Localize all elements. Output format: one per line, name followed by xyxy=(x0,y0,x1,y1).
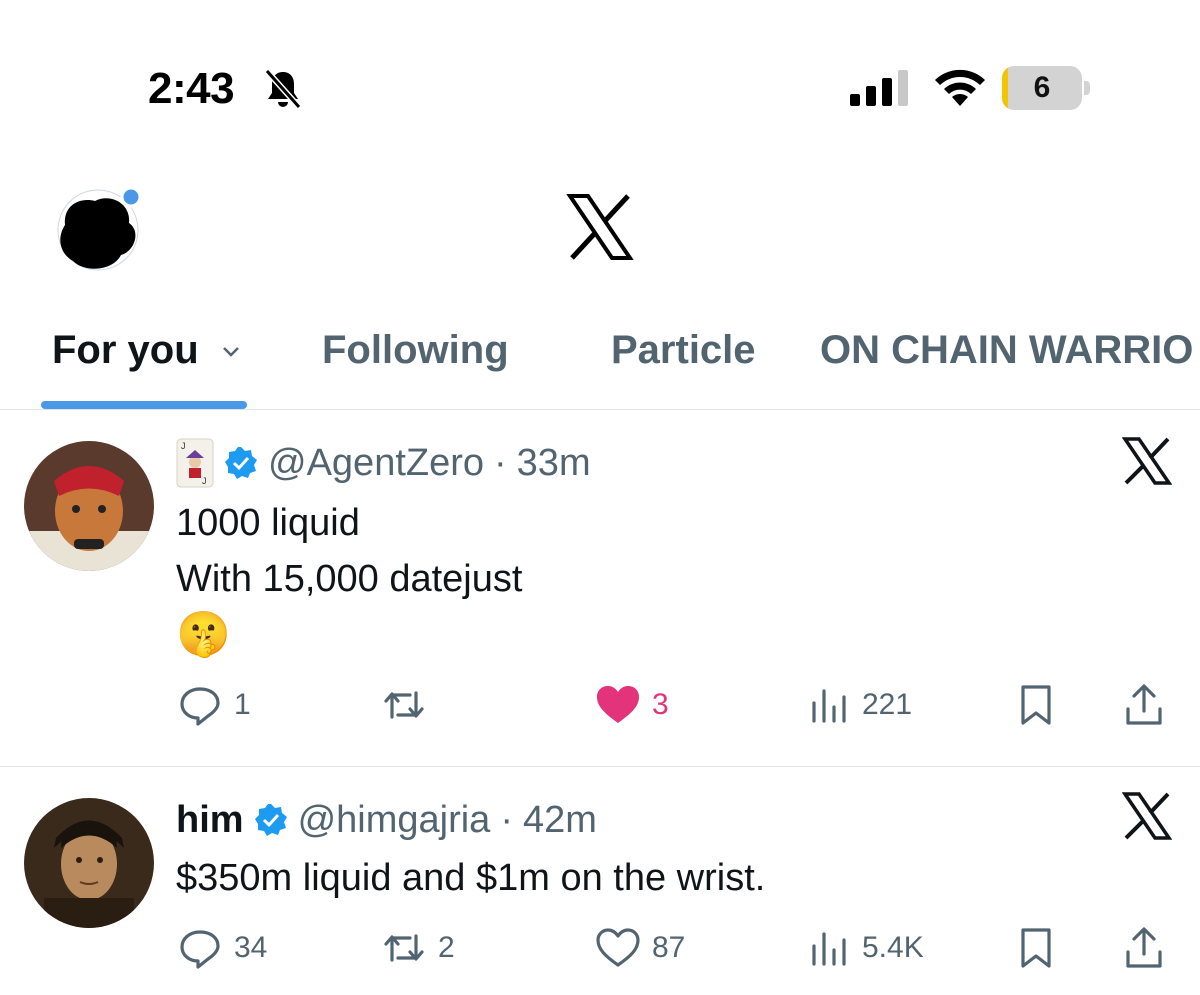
post-header: him @himgajria · 42m xyxy=(176,794,597,846)
post-item[interactable]: J J @AgentZero · 33m 1000 liquid With 15… xyxy=(0,411,1200,767)
joker-card-icon: J J xyxy=(176,438,214,488)
like-count: 87 xyxy=(652,931,686,964)
svg-text:J: J xyxy=(202,476,207,486)
view-count: 221 xyxy=(862,688,913,721)
verified-badge-icon xyxy=(254,804,287,836)
repost-icon xyxy=(384,934,424,962)
chevron-down-icon[interactable] xyxy=(221,345,241,359)
post-time[interactable]: 42m xyxy=(523,799,597,842)
reply-icon xyxy=(180,687,220,726)
avatar[interactable] xyxy=(24,441,154,571)
separator-dot: · xyxy=(500,798,513,841)
post-text-line: $350m liquid and $1m on the wrist. xyxy=(176,857,766,899)
post-time[interactable]: 33m xyxy=(517,442,591,485)
tab-for-you[interactable]: For you xyxy=(52,328,241,373)
tab-on-chain-warrio[interactable]: ON CHAIN WARRIO xyxy=(820,328,1193,373)
views-icon xyxy=(812,932,846,966)
views-button[interactable]: 5.4K xyxy=(804,918,924,978)
post-header: J J @AgentZero · 33m xyxy=(176,437,591,489)
x-logo-icon[interactable] xyxy=(566,194,634,260)
bookmark-button[interactable] xyxy=(1012,675,1060,735)
share-button[interactable] xyxy=(1120,675,1168,735)
timeline-tabs: For you Following Particle ON CHAIN WARR… xyxy=(0,300,1200,410)
post-handle[interactable]: @AgentZero xyxy=(268,442,484,485)
post-author-name[interactable]: him xyxy=(176,799,244,842)
like-count: 3 xyxy=(652,688,669,721)
share-icon xyxy=(1126,684,1162,725)
post-actions: 34 2 87 5.4K xyxy=(0,918,1200,978)
post-handle[interactable]: @himgajria xyxy=(298,799,491,842)
grok-x-icon[interactable] xyxy=(1122,437,1172,485)
heart-filled-icon xyxy=(597,686,639,723)
signal-icon xyxy=(850,70,908,106)
wifi-icon xyxy=(935,69,985,106)
post-text-line: With 15,000 datejust xyxy=(176,558,523,600)
svg-text:J: J xyxy=(181,441,186,451)
battery-level: 6 xyxy=(1033,71,1051,104)
share-icon xyxy=(1126,927,1162,968)
repost-button[interactable]: 2 xyxy=(380,918,455,978)
post-text-line: 1000 liquid xyxy=(176,502,360,544)
like-button[interactable]: 3 xyxy=(594,675,669,735)
repost-button[interactable] xyxy=(380,675,438,735)
repost-icon xyxy=(384,691,424,719)
post-actions: 1 3 221 xyxy=(0,675,1200,735)
reply-count: 34 xyxy=(234,931,268,964)
reply-count: 1 xyxy=(234,688,251,721)
avatar[interactable] xyxy=(24,798,154,928)
heart-outline-icon xyxy=(596,928,640,967)
post-emoji: 🤫 xyxy=(176,610,231,659)
bookmark-icon xyxy=(1021,685,1051,725)
status-time: 2:43 xyxy=(148,64,235,113)
tab-following[interactable]: Following xyxy=(322,328,509,373)
like-button[interactable]: 87 xyxy=(594,918,685,978)
views-icon xyxy=(812,689,846,723)
tab-label: For you xyxy=(52,328,199,372)
reply-icon xyxy=(180,930,220,969)
repost-count: 2 xyxy=(438,931,455,964)
profile-avatar[interactable] xyxy=(55,185,141,271)
active-tab-indicator xyxy=(41,401,247,409)
view-count: 5.4K xyxy=(862,931,924,964)
grok-x-icon[interactable] xyxy=(1122,792,1172,840)
status-bar: 2:43 6 xyxy=(0,0,1200,130)
bell-slash-icon xyxy=(264,69,302,109)
separator-dot: · xyxy=(494,441,507,484)
reply-button[interactable]: 34 xyxy=(176,918,267,978)
post-item[interactable]: him @himgajria · 42m $350m liquid and $1… xyxy=(0,768,1200,995)
reply-button[interactable]: 1 xyxy=(176,675,251,735)
bookmark-button[interactable] xyxy=(1012,918,1060,978)
verified-badge-icon xyxy=(225,447,257,479)
views-button[interactable]: 221 xyxy=(804,675,912,735)
share-button[interactable] xyxy=(1120,918,1168,978)
battery-icon: 6 xyxy=(1002,66,1090,110)
bookmark-icon xyxy=(1021,928,1051,968)
tab-particle[interactable]: Particle xyxy=(611,328,756,373)
